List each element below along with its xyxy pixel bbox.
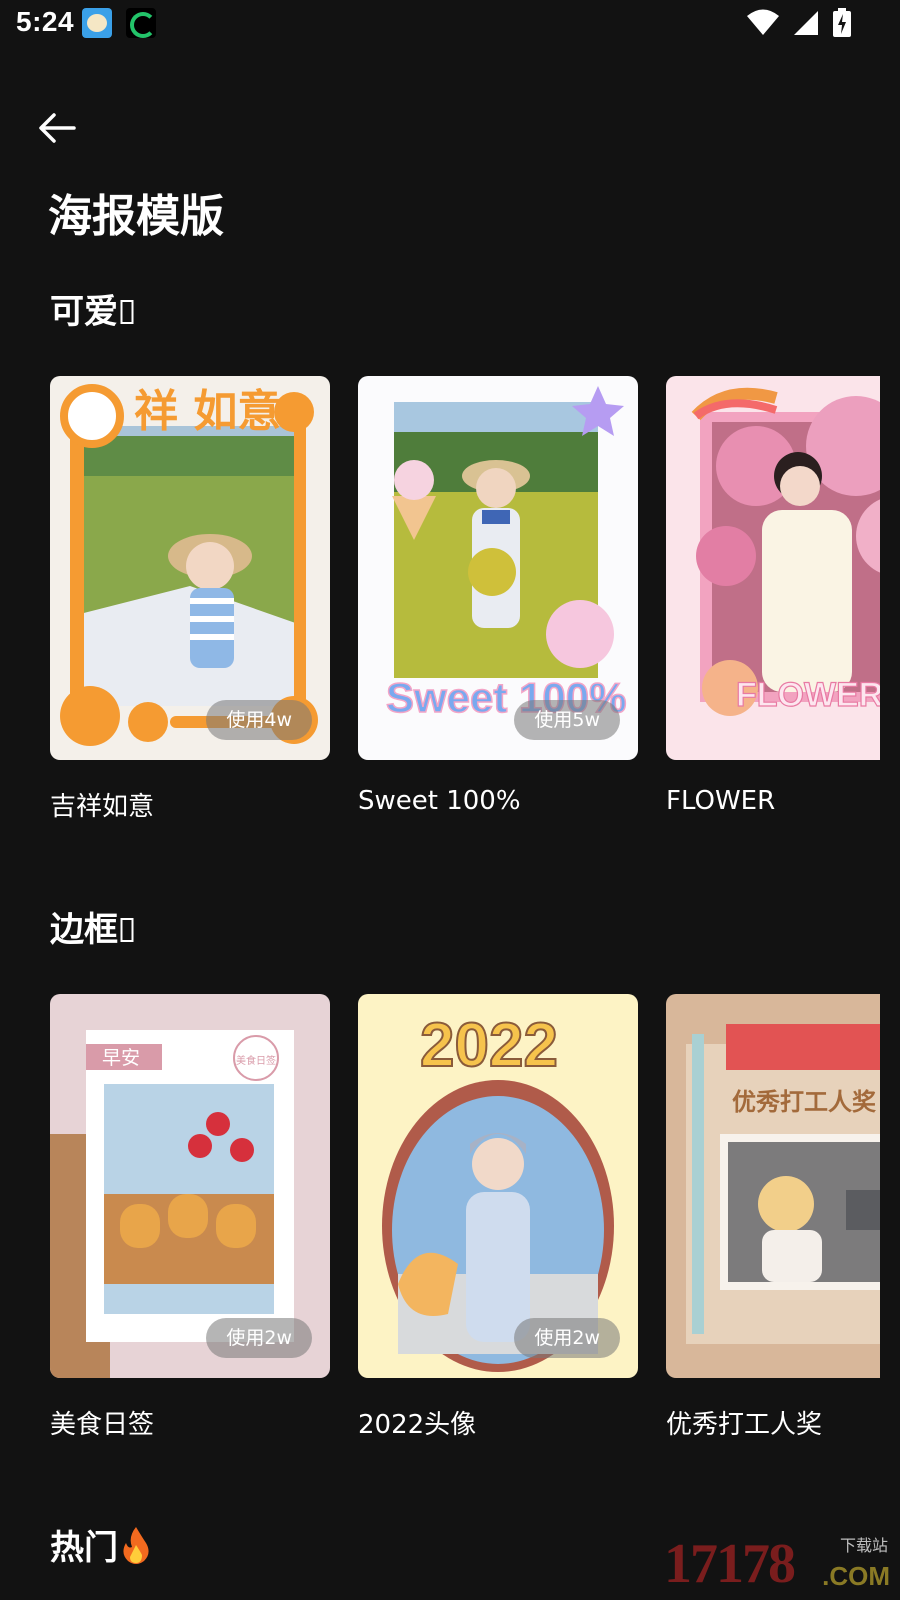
watermark-digits: 17178 — [664, 1533, 796, 1595]
arrow-left-icon — [39, 113, 76, 143]
watermark-top-text: 下载站 — [839, 1536, 888, 1555]
usage-count-badge: 使用2w — [514, 1318, 620, 1358]
signal-icon — [794, 11, 818, 35]
thumb-art-text: 优秀打工人奖 — [732, 1088, 877, 1116]
thumb-art-text: 2022 — [420, 1011, 558, 1080]
section-title-text: 可爱 — [50, 292, 118, 332]
template-thumbnail[interactable]: 祥 如意 使用4w — [50, 376, 330, 760]
template-thumbnail[interactable]: 2022 使用2w — [358, 994, 638, 1378]
usage-count-badge: 使用5w — [514, 700, 620, 740]
thumbnail-image: FLOWER — [666, 376, 880, 760]
template-card[interactable]: FLOWER 使用 FLOWER — [666, 376, 880, 816]
template-name: 优秀打工人奖 — [666, 1410, 823, 1440]
section-title-frame: 边框 — [50, 902, 134, 951]
template-name: 2022头像 — [358, 1410, 477, 1440]
missing-glyph-icon — [120, 918, 134, 942]
section-title-text: 边框 — [50, 910, 118, 950]
status-bar: 5:24 — [0, 0, 900, 48]
template-thumbnail[interactable]: 早安 美食日签 使用2w — [50, 994, 330, 1378]
battery-charging-icon — [833, 8, 851, 37]
thumb-art-text: 早安 — [102, 1047, 140, 1069]
section-title-text: 热门 — [50, 1528, 118, 1568]
section-title-popular: 热门 — [50, 1520, 152, 1569]
status-indicators — [746, 8, 852, 38]
template-name: Sweet 100% — [358, 786, 521, 816]
fire-icon — [123, 1527, 149, 1564]
template-thumbnail[interactable]: Sweet 100% 使用5w — [358, 376, 638, 760]
template-name: 吉祥如意 — [50, 792, 155, 822]
back-button[interactable] — [34, 104, 82, 152]
template-card[interactable]: 早安 美食日签 使用2w 美食日签 — [50, 994, 330, 1441]
template-name: 美食日签 — [50, 1410, 155, 1440]
thumb-art-text: FLOWER — [736, 676, 880, 714]
template-card[interactable]: Sweet 100% 使用5w Sweet 100% — [358, 376, 638, 816]
missing-glyph-icon — [120, 300, 134, 324]
template-name: FLOWER — [666, 786, 776, 816]
app-moon-icon — [126, 8, 156, 38]
thumbnail-image: 优秀打工人奖 — [666, 994, 880, 1378]
wifi-icon — [747, 9, 779, 35]
usage-count-badge: 使用4w — [206, 700, 312, 740]
site-watermark: 17178 下载站 .COM — [664, 1532, 894, 1596]
template-card[interactable]: 祥 如意 使用4w 吉祥如意 — [50, 376, 330, 823]
template-row-cute: 祥 如意 使用4w 吉祥如意 Sweet 100% 使用5w Sweet 100… — [50, 376, 880, 836]
watermark-com-text: .COM — [822, 1561, 890, 1591]
usage-count-badge: 使用2w — [206, 1318, 312, 1358]
thumb-stamp-text: 美食日签 — [236, 1054, 276, 1067]
template-card[interactable]: 优秀打工人奖 使用 优秀打工人奖 — [666, 994, 880, 1441]
app-avatar-icon — [82, 8, 112, 38]
template-card[interactable]: 2022 使用2w 2022头像 — [358, 994, 638, 1441]
template-thumbnail[interactable]: 优秀打工人奖 使用 — [666, 994, 880, 1378]
template-row-frame: 早安 美食日签 使用2w 美食日签 2022 使用2w 2022头像 优秀打工人… — [50, 994, 880, 1454]
section-title-cute: 可爱 — [50, 284, 134, 333]
template-thumbnail[interactable]: FLOWER 使用 — [666, 376, 880, 760]
thumb-art-text: 祥 如意 — [134, 386, 281, 437]
status-time: 5:24 — [16, 6, 75, 37]
page-title: 海报模版 — [48, 191, 224, 242]
